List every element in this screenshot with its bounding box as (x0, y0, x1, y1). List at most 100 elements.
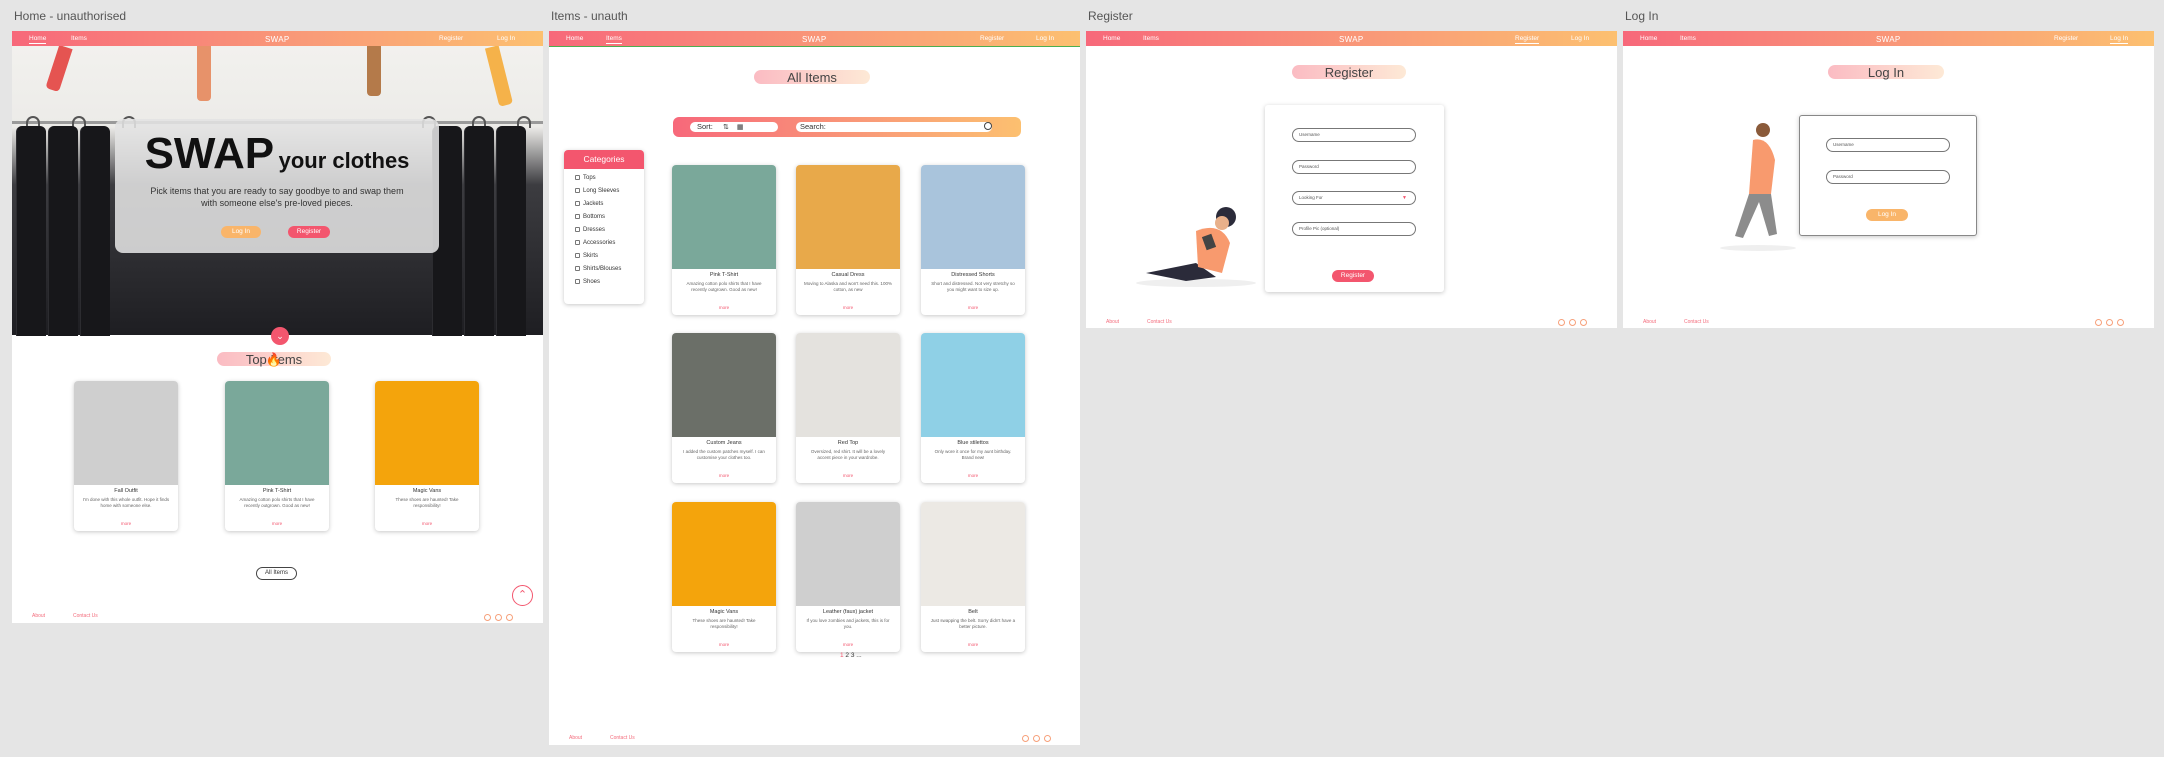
password-field[interactable]: Password (1292, 160, 1416, 174)
more-link[interactable]: more (672, 473, 776, 478)
category-shoes[interactable]: Shoes (575, 279, 600, 285)
password-field[interactable]: Password (1826, 170, 1950, 184)
nav-logo[interactable]: SWAP (802, 35, 826, 44)
more-link[interactable]: more (796, 473, 900, 478)
username-field[interactable]: Username (1826, 138, 1950, 152)
facebook-icon[interactable] (1033, 735, 1040, 742)
nav-home-link[interactable]: Home (1640, 35, 1657, 42)
scroll-up-button[interactable]: ⌃ (512, 585, 533, 606)
footer-contact-link[interactable]: Contact Us (73, 613, 98, 619)
nav-items-link[interactable]: Items (606, 35, 622, 44)
category-bottoms[interactable]: Bottoms (575, 214, 605, 220)
nav-register-link[interactable]: Register (980, 35, 1004, 42)
product-card[interactable]: Custom Jeans I added the custom patches … (672, 333, 776, 483)
nav-home-link[interactable]: Home (1103, 35, 1120, 42)
footer-about-link[interactable]: About (1106, 319, 1119, 325)
more-link[interactable]: more (796, 642, 900, 647)
footer-about-link[interactable]: About (32, 613, 45, 619)
nav-logo[interactable]: SWAP (265, 35, 289, 44)
footer-about-link[interactable]: About (1643, 319, 1656, 325)
more-link[interactable]: more (375, 521, 479, 526)
nav-login-link[interactable]: Log In (497, 35, 515, 42)
more-link[interactable]: more (672, 305, 776, 310)
category-jackets[interactable]: Jackets (575, 201, 603, 207)
login-submit-button[interactable]: Log In (1866, 209, 1908, 221)
sort-az-icon[interactable]: ⇅ (723, 124, 729, 131)
category-dresses[interactable]: Dresses (575, 227, 605, 233)
category-long-sleeves[interactable]: Long Sleeves (575, 188, 619, 194)
category-checkbox-icon[interactable] (575, 266, 580, 271)
calendar-icon[interactable]: ▦ (737, 124, 744, 131)
nav-login-link[interactable]: Log In (1571, 35, 1589, 42)
facebook-icon[interactable] (1569, 319, 1576, 326)
search-icon[interactable] (984, 122, 992, 130)
more-link[interactable]: more (921, 305, 1025, 310)
nav-register-link[interactable]: Register (1515, 35, 1540, 44)
username-field[interactable]: Username (1292, 128, 1416, 142)
more-link[interactable]: more (672, 642, 776, 647)
category-checkbox-icon[interactable] (575, 279, 580, 284)
instagram-icon[interactable] (506, 614, 513, 621)
product-card[interactable]: Leather (faux) jacket If you love zombie… (796, 502, 900, 652)
nav-logo[interactable]: SWAP (1339, 35, 1363, 44)
category-checkbox-icon[interactable] (575, 227, 580, 232)
footer-contact-link[interactable]: Contact Us (610, 735, 635, 741)
product-card[interactable]: Distressed Shorts Short and distressed. … (921, 165, 1025, 315)
more-link[interactable]: more (74, 521, 178, 526)
product-card[interactable]: Blue stilettos Only wore it once for my … (921, 333, 1025, 483)
footer-contact-link[interactable]: Contact Us (1147, 319, 1172, 325)
more-link[interactable]: more (921, 473, 1025, 478)
instagram-icon[interactable] (1044, 735, 1051, 742)
twitter-icon[interactable] (484, 614, 491, 621)
nav-logo[interactable]: SWAP (1876, 35, 1900, 44)
nav-home-link[interactable]: Home (566, 35, 583, 42)
nav-items-link[interactable]: Items (1680, 35, 1696, 42)
category-checkbox-icon[interactable] (575, 240, 580, 245)
instagram-icon[interactable] (1580, 319, 1587, 326)
top-item-card[interactable]: Pink T-Shirt Amazing cotton polo shirts … (225, 381, 329, 531)
hero-register-button[interactable]: Register (288, 226, 330, 238)
product-card[interactable]: Belt Just swapping the belt. Sorry didn'… (921, 502, 1025, 652)
nav-items-link[interactable]: Items (71, 35, 87, 42)
category-tops[interactable]: Tops (575, 175, 596, 181)
product-card[interactable]: Red Top Oversized, red shirt. It will be… (796, 333, 900, 483)
more-link[interactable]: more (796, 305, 900, 310)
category-checkbox-icon[interactable] (575, 214, 580, 219)
nav-items-link[interactable]: Items (1143, 35, 1159, 42)
category-accessories[interactable]: Accessories (575, 240, 615, 246)
sort-control[interactable]: Sort: ⇅ ▦ (690, 122, 778, 132)
nav-login-link[interactable]: Log In (2110, 35, 2129, 44)
hero-login-button[interactable]: Log In (221, 226, 261, 238)
category-checkbox-icon[interactable] (575, 253, 580, 258)
register-submit-button[interactable]: Register (1332, 270, 1374, 282)
footer-about-link[interactable]: About (569, 735, 582, 741)
more-link[interactable]: more (225, 521, 329, 526)
product-card[interactable]: Casual Dress Moving to Alaska and won't … (796, 165, 900, 315)
scroll-down-button[interactable]: ⌄ (271, 327, 289, 345)
twitter-icon[interactable] (1022, 735, 1029, 742)
top-item-card[interactable]: Magic Vans These shoes are haunted! Take… (375, 381, 479, 531)
search-input[interactable]: Search: (796, 122, 992, 132)
all-items-button[interactable]: All Items (256, 567, 297, 580)
profile-pic-field[interactable]: Profile Pic (optional) (1292, 222, 1416, 236)
category-checkbox-icon[interactable] (575, 188, 580, 193)
nav-register-link[interactable]: Register (439, 35, 463, 42)
top-item-card[interactable]: Fall Outfit I'm done with this whole out… (74, 381, 178, 531)
nav-register-link[interactable]: Register (2054, 35, 2078, 42)
footer-contact-link[interactable]: Contact Us (1684, 319, 1709, 325)
category-skirts[interactable]: Skirts (575, 253, 598, 259)
product-card[interactable]: Pink T-Shirt Amazing cotton polo shirts … (672, 165, 776, 315)
category-checkbox-icon[interactable] (575, 201, 580, 206)
facebook-icon[interactable] (2106, 319, 2113, 326)
facebook-icon[interactable] (495, 614, 502, 621)
more-link[interactable]: more (921, 642, 1025, 647)
nav-login-link[interactable]: Log In (1036, 35, 1054, 42)
category-checkbox-icon[interactable] (575, 175, 580, 180)
twitter-icon[interactable] (2095, 319, 2102, 326)
instagram-icon[interactable] (2117, 319, 2124, 326)
pagination[interactable]: 1 2 3 ... (840, 652, 862, 659)
product-card[interactable]: Magic Vans These shoes are haunted! Take… (672, 502, 776, 652)
nav-home-link[interactable]: Home (29, 35, 47, 44)
looking-for-select[interactable]: Looking For ▼ (1292, 191, 1416, 205)
category-shirts-blouses[interactable]: Shirts/Blouses (575, 266, 621, 272)
